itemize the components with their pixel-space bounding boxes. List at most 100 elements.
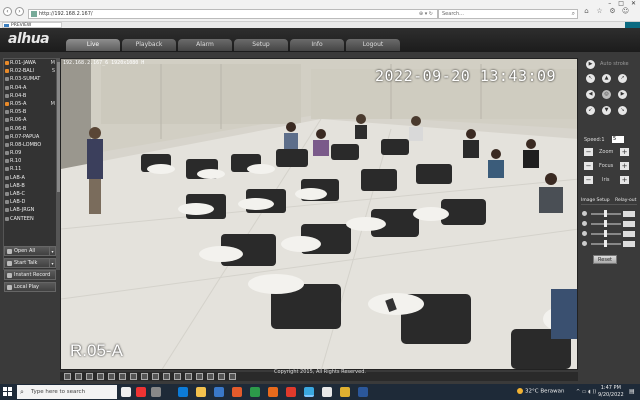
channel-item[interactable]: LAB-C [4,190,56,198]
channel-item[interactable]: LAB-A [4,174,56,182]
instant-record-button[interactable]: Instant Record [4,270,56,280]
channel-item[interactable]: R.10 [4,157,56,165]
channel-item[interactable]: R.08-LOMBO [4,141,56,149]
channel-item[interactable]: R.06-B [4,125,56,133]
slider-handle[interactable] [604,240,607,247]
tab-playback[interactable]: Playback [122,39,176,51]
tab-image-setup[interactable]: Image Setup [581,198,610,203]
channel-item[interactable]: R.02-BALI S [4,67,56,75]
back-button[interactable]: ‹ [3,7,12,16]
ptz-down-icon[interactable]: ▼ [602,106,611,115]
channel-label: R.02-BALI [10,68,34,75]
tab-setup[interactable]: Setup [234,39,288,51]
chrome-icon[interactable] [340,387,350,397]
notes-icon[interactable] [322,387,332,397]
channel-item[interactable]: R.04-B [4,92,56,100]
focus-in-button[interactable]: + [620,162,629,170]
channel-item[interactable]: R.05-A M [4,100,56,108]
ptz-down-left-icon[interactable]: ↙ [586,106,595,115]
file-explorer-icon[interactable] [196,387,206,397]
channel-item[interactable]: LAB-B [4,182,56,190]
ptz-down-right-icon[interactable]: ↘ [618,106,627,115]
channel-item[interactable]: LAB-JRGN [4,206,56,214]
hue-slider[interactable] [582,240,636,248]
channel-item[interactable]: CANTEEN [4,215,56,223]
brightness-slider[interactable] [582,210,636,218]
local-play-button[interactable]: Local Play [4,282,56,292]
pinned-app-icon[interactable] [136,387,146,397]
stream-type-label[interactable]: M [51,59,55,67]
office-icon[interactable] [232,387,242,397]
taskbar-search-placeholder: Type here to search [31,389,86,395]
news-icon[interactable] [121,387,131,397]
minimize-icon[interactable]: – [608,0,611,7]
reset-button[interactable]: Reset [593,255,617,264]
settings-icon[interactable]: ⚙ [608,7,617,16]
taskbar-search-input[interactable]: ⌕ Type here to search [17,385,117,399]
zoom-in-button[interactable]: + [620,148,629,156]
taskbar-clock[interactable]: 1:47 PM 9/20/2022 [598,385,624,399]
start-talk-button[interactable]: Start Talk ▾ [4,258,56,268]
channel-item[interactable]: R.04-A [4,84,56,92]
home-icon[interactable]: ⌂ [582,7,591,16]
ptz-play-icon[interactable]: ▶ [586,60,595,69]
tab-alarm[interactable]: Alarm [178,39,232,51]
forward-button[interactable]: › [15,7,24,16]
slider-handle[interactable] [604,220,607,227]
chevron-down-icon[interactable]: ▾ [49,247,55,256]
system-tray-icons[interactable]: ^ ▭ ◖ )) [576,389,596,395]
channel-item[interactable]: R.01-JAWA M [4,59,56,67]
stream-type-label[interactable]: M [51,100,55,108]
firefox-icon[interactable] [268,387,278,397]
slider-handle[interactable] [604,210,607,217]
edge-icon[interactable] [178,387,188,397]
notification-icon[interactable]: ▤ [629,388,637,396]
app-icon[interactable] [286,387,296,397]
channel-item[interactable]: LAB-D [4,198,56,206]
slider-handle[interactable] [604,230,607,237]
zoom-out-button[interactable]: − [584,148,593,156]
channel-item[interactable]: R.06-A [4,116,56,124]
close-icon[interactable]: ✕ [631,0,636,7]
internet-explorer-icon[interactable] [304,387,314,397]
ptz-right-icon[interactable]: ▶ [618,90,627,99]
search-icon[interactable]: ⌕ [572,10,575,18]
favorites-icon[interactable]: ☆ [595,7,604,16]
browser-search-input[interactable]: Search... ⌕ [438,9,578,19]
mail-icon[interactable] [214,387,224,397]
contrast-slider[interactable] [582,220,636,228]
camera-icon [5,134,9,139]
ptz-up-left-icon[interactable]: ↖ [586,74,595,83]
smiley-icon[interactable]: ☺ [621,7,630,16]
channel-item[interactable]: R.03-SUMAT [4,75,56,83]
windows-start-icon[interactable] [3,387,13,397]
excel-icon[interactable] [250,387,260,397]
weather-widget[interactable]: 32°C Berawan [517,388,564,395]
live-video-view[interactable]: 192.168.2.167_6 1920x1080 H 2022-09-20 1… [60,58,578,370]
open-all-button[interactable]: Open All ▾ [4,246,56,256]
refresh-icon[interactable]: ⊕ ▾ ↻ [419,10,433,18]
task-view-icon[interactable] [151,387,161,397]
focus-out-button[interactable]: − [584,162,593,170]
tab-info[interactable]: Info [290,39,344,51]
ptz-up-right-icon[interactable]: ↗ [618,74,627,83]
maximize-icon[interactable]: □ [618,0,624,7]
channel-item[interactable]: R.07-PAPUA [4,133,56,141]
stream-type-label[interactable]: S [52,67,55,75]
tab-relay-out[interactable]: Relay-out [615,198,636,203]
speed-select[interactable]: 5 [612,136,624,143]
ptz-center-icon[interactable]: ◎ [602,90,611,99]
channel-item[interactable]: R.05-B [4,108,56,116]
tab-live[interactable]: Live [66,39,120,51]
channel-item[interactable]: R.11 [4,165,56,173]
iris-in-button[interactable]: + [620,176,629,184]
word-icon[interactable] [358,387,368,397]
ptz-up-icon[interactable]: ▲ [602,74,611,83]
tab-logout[interactable]: Logout [346,39,400,51]
ptz-left-icon[interactable]: ◀ [586,90,595,99]
chevron-down-icon[interactable]: ▾ [49,259,55,268]
channel-item[interactable]: R.09 [4,149,56,157]
saturation-slider[interactable] [582,230,636,238]
address-bar[interactable]: http://192.168.2.167/ ⊕ ▾ ↻ [28,9,438,19]
iris-out-button[interactable]: − [584,176,593,184]
